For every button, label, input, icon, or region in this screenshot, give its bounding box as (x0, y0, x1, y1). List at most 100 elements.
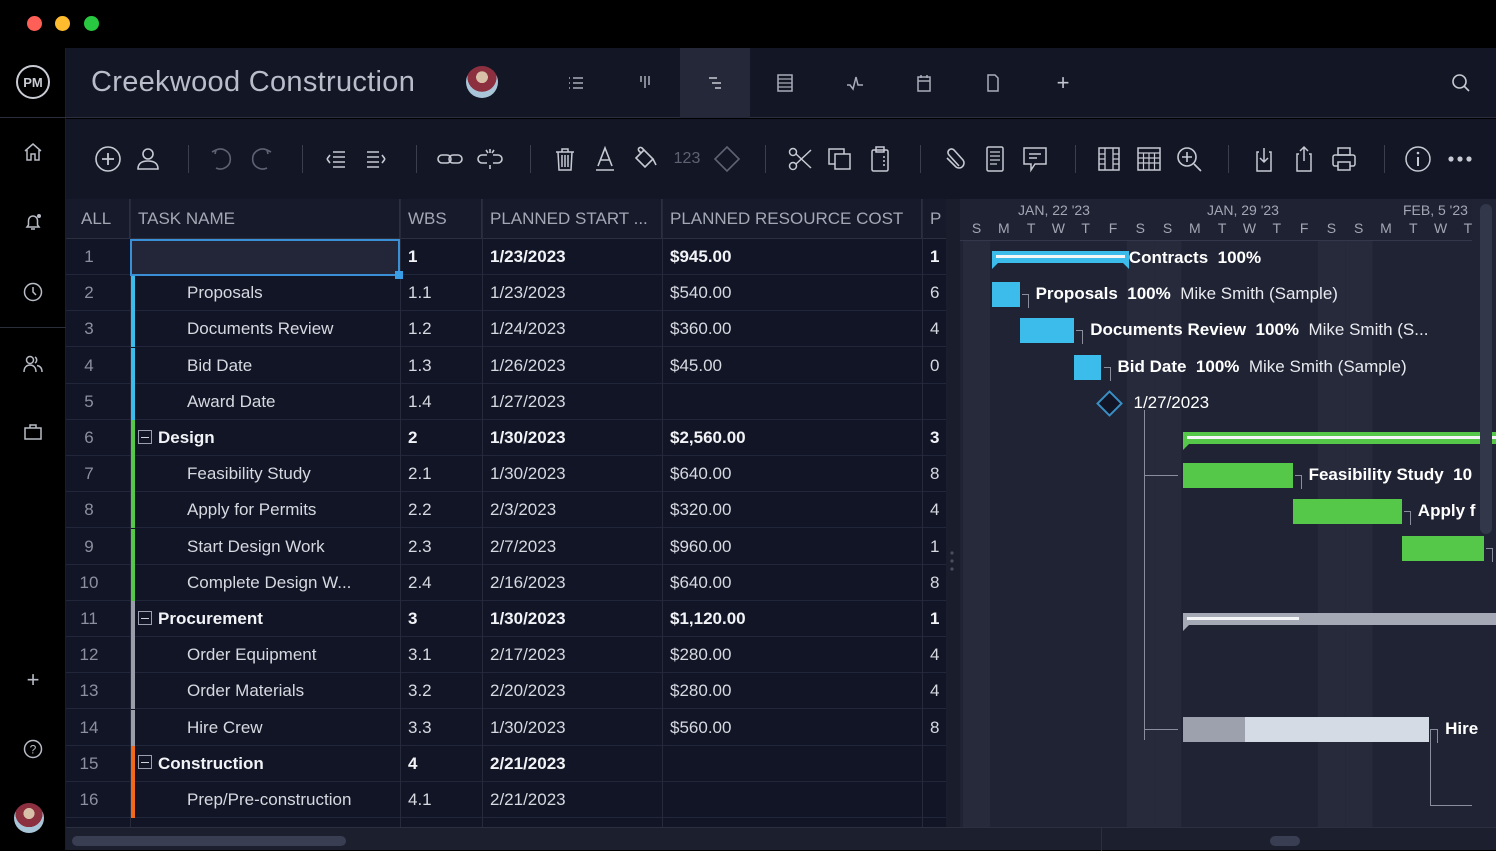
p-cell[interactable]: 4 (930, 311, 946, 347)
wbs-cell[interactable]: 1.1 (408, 275, 478, 311)
task-name-cell[interactable]: Documents Review (187, 311, 394, 347)
cut-button[interactable] (782, 141, 818, 177)
grid-button[interactable] (1131, 141, 1167, 177)
row-number[interactable]: 14 (66, 710, 112, 746)
table-row[interactable]: 13 Order Materials 3.2 2/20/2023 $280.00 4 (66, 673, 946, 710)
fill-color-button[interactable] (627, 141, 663, 177)
table-row[interactable]: 9 Start Design Work 2.3 2/7/2023 $960.00 1 (66, 528, 946, 565)
notes-button[interactable] (977, 141, 1013, 177)
planned-start-cell[interactable]: 1/30/2023 (490, 420, 658, 456)
p-cell[interactable]: 8 (930, 710, 946, 746)
selected-cell[interactable] (130, 239, 400, 276)
planned-start-cell[interactable]: 1/30/2023 (490, 601, 658, 637)
planned-cost-cell[interactable]: $560.00 (670, 710, 918, 746)
tab-list-view[interactable] (541, 48, 611, 118)
p-cell[interactable]: 4 (930, 637, 946, 673)
wbs-cell[interactable]: 1 (408, 239, 478, 275)
task-bar[interactable] (1292, 499, 1402, 525)
row-number[interactable]: 6 (66, 420, 112, 456)
planned-cost-cell[interactable]: $320.00 (670, 492, 918, 528)
planned-start-cell[interactable]: 1/30/2023 (490, 456, 658, 492)
planned-cost-cell[interactable]: $280.00 (670, 637, 918, 673)
row-number[interactable]: 3 (66, 311, 112, 347)
column-header-planned-resource-cost[interactable]: PLANNED RESOURCE COST (662, 199, 922, 239)
tab-sheet-view[interactable] (750, 48, 820, 118)
column-header-all[interactable]: ALL (66, 199, 130, 239)
wbs-cell[interactable]: 3.2 (408, 673, 478, 709)
planned-start-cell[interactable]: 1/26/2023 (490, 348, 658, 384)
table-row[interactable]: 3 Documents Review 1.2 1/24/2023 $360.00 4 (66, 311, 946, 348)
info-button[interactable] (1400, 141, 1436, 177)
task-name-cell[interactable]: Proposals (187, 275, 394, 311)
wbs-cell[interactable]: 2.3 (408, 529, 478, 565)
number-format-button[interactable]: 123 (667, 141, 707, 177)
tab-files-view[interactable] (958, 48, 1028, 118)
pane-splitter[interactable] (946, 199, 960, 827)
row-number[interactable]: 8 (66, 492, 112, 528)
milestone-button[interactable] (709, 141, 745, 177)
planned-cost-cell[interactable]: $280.00 (670, 673, 918, 709)
task-name-cell[interactable]: Order Equipment (187, 637, 394, 673)
gantt-horizontal-scrollbar[interactable] (1270, 836, 1300, 846)
column-header-planned-start[interactable]: PLANNED START ... (482, 199, 662, 239)
search-button[interactable] (1426, 48, 1496, 118)
sidebar-item-team[interactable] (0, 344, 66, 384)
wbs-cell[interactable]: 2.2 (408, 492, 478, 528)
planned-start-cell[interactable]: 1/23/2023 (490, 275, 658, 311)
row-number[interactable]: 15 (66, 746, 112, 782)
planned-start-cell[interactable]: 1/23/2023 (490, 239, 658, 275)
table-row[interactable]: 2 Proposals 1.1 1/23/2023 $540.00 6 (66, 275, 946, 312)
table-row[interactable]: 4 Bid Date 1.3 1/26/2023 $45.00 0 (66, 347, 946, 384)
planned-cost-cell[interactable]: $360.00 (670, 311, 918, 347)
column-header-task-name[interactable]: TASK NAME (130, 199, 400, 239)
unlink-button[interactable] (472, 141, 508, 177)
grid-horizontal-scrollbar[interactable] (72, 836, 346, 846)
wbs-cell[interactable]: 4.1 (408, 782, 478, 818)
outdent-button[interactable] (318, 141, 354, 177)
planned-cost-cell[interactable]: $1,120.00 (670, 601, 918, 637)
maximize-window-button[interactable] (84, 16, 99, 31)
table-row[interactable]: 15 Construction 4 2/21/2023 (66, 745, 946, 782)
planned-start-cell[interactable]: 2/21/2023 (490, 782, 658, 818)
sidebar-add-button[interactable]: + (0, 660, 66, 700)
planned-cost-cell[interactable] (670, 384, 918, 420)
wbs-cell[interactable]: 2 (408, 420, 478, 456)
sidebar-item-portfolio[interactable] (0, 412, 66, 452)
p-cell[interactable] (930, 782, 946, 818)
row-number[interactable]: 7 (66, 456, 112, 492)
p-cell[interactable]: 1 (930, 239, 946, 275)
p-cell[interactable]: 0 (930, 348, 946, 384)
project-owner-avatar[interactable] (466, 66, 498, 98)
table-row[interactable]: 8 Apply for Permits 2.2 2/3/2023 $320.00 4 (66, 492, 946, 529)
print-button[interactable] (1326, 141, 1362, 177)
task-bar[interactable] (1019, 318, 1075, 344)
planned-cost-cell[interactable] (670, 782, 918, 818)
fill-handle[interactable] (395, 271, 403, 279)
planned-start-cell[interactable]: 1/30/2023 (490, 710, 658, 746)
attachment-button[interactable] (936, 141, 972, 177)
user-avatar[interactable] (14, 803, 44, 833)
task-name-cell[interactable]: Bid Date (187, 348, 394, 384)
wbs-cell[interactable]: 4 (408, 746, 478, 782)
minimize-window-button[interactable] (55, 16, 70, 31)
paste-button[interactable] (862, 141, 898, 177)
text-color-button[interactable] (587, 141, 623, 177)
planned-cost-cell[interactable]: $540.00 (670, 275, 918, 311)
planned-start-cell[interactable]: 2/21/2023 (490, 746, 658, 782)
planned-start-cell[interactable]: 2/17/2023 (490, 637, 658, 673)
p-cell[interactable]: 4 (930, 492, 946, 528)
add-task-button[interactable] (90, 141, 126, 177)
planned-cost-cell[interactable]: $2,560.00 (670, 420, 918, 456)
collapse-toggle-icon[interactable] (138, 429, 152, 444)
sidebar-help-button[interactable]: ? (0, 729, 66, 769)
wbs-cell[interactable]: 1.3 (408, 348, 478, 384)
p-cell[interactable]: 1 (930, 529, 946, 565)
sidebar-item-notifications[interactable] (0, 202, 66, 242)
task-name-cell[interactable]: Procurement (138, 601, 394, 637)
planned-start-cell[interactable]: 2/3/2023 (490, 492, 658, 528)
p-cell[interactable]: 3 (930, 420, 946, 456)
row-number[interactable]: 16 (66, 782, 112, 818)
delete-button[interactable] (547, 141, 583, 177)
task-name-cell[interactable]: Apply for Permits (187, 492, 394, 528)
columns-button[interactable] (1091, 141, 1127, 177)
